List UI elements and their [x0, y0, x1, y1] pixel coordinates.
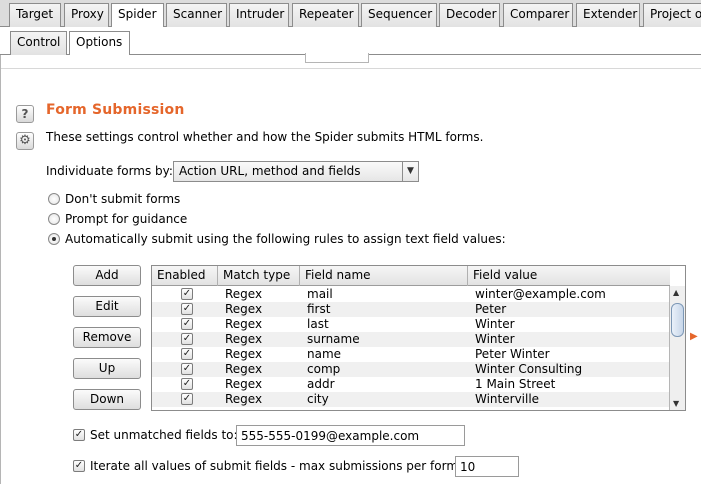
scroll-up-icon[interactable]: ▲	[673, 288, 679, 297]
column-header-enabled[interactable]: Enabled	[152, 266, 218, 286]
cell-field-name: first	[307, 302, 331, 316]
column-header-field-value[interactable]: Field value	[468, 266, 670, 286]
checkbox-enabled[interactable]: ✓	[181, 348, 193, 360]
table-row[interactable]: ✓ Regex addr 1 Main Street	[152, 377, 670, 392]
previous-section-field	[305, 53, 369, 63]
edit-button[interactable]: Edit	[73, 296, 141, 317]
checkbox-iterate[interactable]: ✓	[73, 459, 85, 472]
radio-prompt-guidance[interactable]: Prompt for guidance	[48, 212, 187, 228]
cell-field-value: Winter	[475, 332, 515, 346]
gear-icon[interactable]: ⚙	[16, 132, 34, 150]
expand-arrow-icon[interactable]: ▶	[690, 331, 698, 342]
unmatched-fields-option[interactable]: ✓ Set unmatched fields to:	[73, 428, 238, 444]
rules-table: Enabled Match type Field name Field valu…	[151, 265, 686, 411]
checkbox-enabled[interactable]: ✓	[181, 288, 193, 300]
down-button[interactable]: Down	[73, 389, 141, 410]
radio-button[interactable]	[48, 232, 60, 245]
cell-field-name: addr	[307, 377, 335, 391]
cell-field-value: 1 Main Street	[475, 377, 556, 391]
radio-button[interactable]	[48, 212, 60, 225]
column-header-field-name[interactable]: Field name	[300, 266, 468, 286]
cell-match-type: Regex	[225, 347, 263, 361]
section-title: Form Submission	[46, 102, 185, 118]
radio-button[interactable]	[48, 192, 60, 205]
cell-field-value: Winter Consulting	[475, 362, 583, 376]
table-row[interactable]: ✓ Regex last Winter	[152, 317, 670, 332]
cell-field-name: city	[307, 392, 329, 406]
checkbox-enabled[interactable]: ✓	[181, 363, 193, 375]
cell-field-value: Peter	[475, 302, 507, 316]
unmatched-label: Set unmatched fields to:	[90, 428, 238, 442]
cell-field-value: Winterville	[475, 392, 540, 406]
remove-button[interactable]: Remove	[73, 327, 141, 348]
tab-proxy[interactable]: Proxy	[64, 3, 109, 27]
tab-decoder[interactable]: Decoder	[439, 3, 500, 27]
checkbox-enabled[interactable]: ✓	[181, 318, 193, 330]
scroll-thumb[interactable]	[671, 303, 684, 337]
help-icon[interactable]: ?	[16, 105, 34, 123]
chevron-down-icon[interactable]: ▼	[402, 162, 418, 181]
cell-field-name: mail	[307, 287, 333, 301]
tab-sequencer[interactable]: Sequencer	[361, 3, 437, 27]
checkbox-enabled[interactable]: ✓	[181, 393, 193, 405]
tab-comparer[interactable]: Comparer	[503, 3, 573, 27]
cell-match-type: Regex	[225, 317, 263, 331]
cell-field-value: Peter Winter	[475, 347, 550, 361]
options-panel: ? ⚙ Form Submission These settings contr…	[0, 53, 701, 484]
section-divider	[1, 68, 701, 69]
scroll-down-icon[interactable]: ▼	[673, 399, 679, 408]
section-description: These settings control whether and how t…	[46, 130, 484, 144]
cell-match-type: Regex	[225, 377, 263, 391]
cell-match-type: Regex	[225, 392, 263, 406]
cell-field-value: winter@example.com	[475, 287, 606, 301]
radio-label: Automatically submit using the following…	[65, 232, 506, 246]
tab-repeater[interactable]: Repeater	[292, 3, 359, 27]
cell-field-value: Winter	[475, 317, 515, 331]
tab-options[interactable]: Options	[69, 31, 130, 56]
iterate-label: Iterate all values of submit fields - ma…	[90, 459, 463, 473]
iterate-submit-option[interactable]: ✓ Iterate all values of submit fields - m…	[73, 459, 462, 475]
cell-field-name: comp	[307, 362, 341, 376]
column-header-match-type[interactable]: Match type	[218, 266, 300, 286]
tab-intruder[interactable]: Intruder	[229, 3, 289, 27]
cell-match-type: Regex	[225, 287, 263, 301]
individuate-value: Action URL, method and fields	[179, 164, 361, 178]
main-tab-bar: Target Proxy Spider Scanner Intruder Rep…	[0, 0, 701, 28]
radio-label: Prompt for guidance	[65, 212, 188, 226]
cell-field-name: last	[307, 317, 329, 331]
tab-spider[interactable]: Spider	[111, 3, 164, 28]
table-row[interactable]: ✓ Regex city Winterville	[152, 392, 670, 407]
radio-auto-submit[interactable]: Automatically submit using the following…	[48, 232, 506, 248]
radio-label: Don't submit forms	[65, 192, 181, 206]
checkbox-enabled[interactable]: ✓	[181, 378, 193, 390]
checkbox-unmatched[interactable]: ✓	[73, 428, 85, 441]
table-row[interactable]: ✓ Regex surname Winter	[152, 332, 670, 347]
table-scrollbar[interactable]: ▲ ▼	[669, 286, 685, 410]
max-submissions-field[interactable]	[455, 456, 519, 477]
tab-control[interactable]: Control	[10, 31, 67, 55]
cell-field-name: surname	[307, 332, 360, 346]
cell-match-type: Regex	[225, 332, 263, 346]
cell-field-name: name	[307, 347, 342, 361]
cell-match-type: Regex	[225, 362, 263, 376]
checkbox-enabled[interactable]: ✓	[181, 333, 193, 345]
table-row[interactable]: ✓ Regex comp Winter Consulting	[152, 362, 670, 377]
individuate-label: Individuate forms by:	[46, 164, 173, 178]
cell-match-type: Regex	[225, 302, 263, 316]
tab-target[interactable]: Target	[9, 3, 61, 27]
table-row[interactable]: ✓ Regex first Peter	[152, 302, 670, 317]
add-button[interactable]: Add	[73, 265, 141, 286]
radio-dont-submit[interactable]: Don't submit forms	[48, 192, 180, 208]
checkbox-enabled[interactable]: ✓	[181, 303, 193, 315]
individuate-select[interactable]: Action URL, method and fields ▼	[173, 161, 419, 182]
table-header: Enabled Match type Field name Field valu…	[152, 266, 670, 286]
unmatched-value-field[interactable]	[236, 425, 465, 446]
tab-project-options[interactable]: Project o	[643, 3, 701, 27]
tab-extender[interactable]: Extender	[576, 3, 640, 27]
up-button[interactable]: Up	[73, 358, 141, 379]
table-row[interactable]: ✓ Regex mail winter@example.com	[152, 287, 670, 302]
sub-tab-bar: Control Options	[0, 27, 701, 56]
tab-scanner[interactable]: Scanner	[166, 3, 227, 27]
table-row[interactable]: ✓ Regex name Peter Winter	[152, 347, 670, 362]
